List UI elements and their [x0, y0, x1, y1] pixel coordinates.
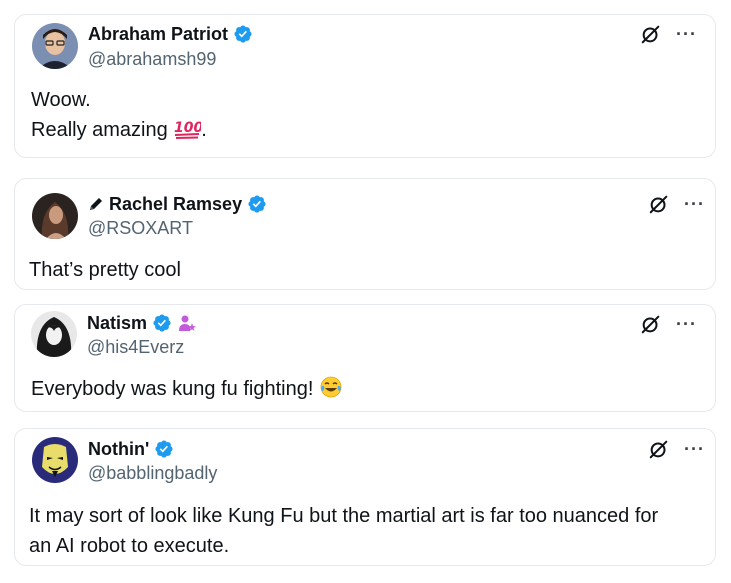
post-card[interactable]: Rachel Ramsey @RSOXART ··· That’s pretty… — [14, 178, 716, 290]
display-name[interactable]: Natism — [87, 312, 147, 334]
post-text-segment: Everybody was kung fu fighting! — [31, 378, 314, 400]
author-handle[interactable]: @his4Everz — [87, 336, 184, 358]
post-text-segment: Really amazing — [31, 119, 168, 141]
avatar[interactable] — [32, 437, 78, 483]
avatar[interactable] — [31, 311, 77, 357]
author-name-row[interactable]: Abraham Patriot — [88, 23, 253, 45]
grok-icon[interactable] — [640, 23, 662, 45]
verified-badge-icon — [248, 195, 266, 213]
post-card[interactable]: Nothin' @babblingbadly ··· It may sort o… — [14, 428, 716, 566]
more-options-icon[interactable]: ··· — [684, 195, 705, 213]
post-text-line: an AI robot to execute. — [29, 535, 230, 557]
post-actions: ··· — [648, 193, 705, 215]
avatar[interactable] — [32, 23, 78, 69]
verified-badge-icon — [153, 314, 171, 332]
post-text-line: Woow. — [31, 89, 91, 111]
post-card[interactable]: Natism @his4Everz ··· Everybody was kung… — [14, 304, 716, 412]
post-text: That’s pretty cool — [29, 255, 181, 285]
post-text-line: Everybody was kung fu fighting! — [31, 374, 343, 404]
author-name-row[interactable]: Nothin' — [88, 438, 174, 460]
grok-icon[interactable] — [648, 193, 670, 215]
grok-icon[interactable] — [640, 313, 662, 335]
display-name[interactable]: Abraham Patriot — [88, 23, 228, 45]
display-name[interactable]: Rachel Ramsey — [109, 193, 242, 215]
post-text: Woow. Really amazing 100. — [31, 85, 207, 145]
author-handle[interactable]: @abrahamsh99 — [88, 48, 216, 70]
avatar[interactable] — [32, 193, 78, 239]
display-name[interactable]: Nothin' — [88, 438, 149, 460]
author-handle[interactable]: @babblingbadly — [88, 462, 217, 484]
more-options-icon[interactable]: ··· — [676, 25, 697, 43]
post-actions: ··· — [640, 313, 697, 335]
author-name-row[interactable]: Natism — [87, 312, 197, 334]
author-name-row[interactable]: Rachel Ramsey — [88, 193, 267, 215]
grok-icon[interactable] — [648, 438, 670, 460]
post-card[interactable]: Abraham Patriot @abrahamsh99 ··· Woow. R… — [14, 14, 716, 158]
author-handle[interactable]: @RSOXART — [88, 217, 193, 239]
post-text: It may sort of look like Kung Fu but the… — [29, 501, 658, 561]
pencil-icon — [90, 198, 102, 210]
hundred-points-emoji: 100 — [174, 120, 201, 139]
post-actions: ··· — [640, 23, 697, 45]
post-text-line: That’s pretty cool — [29, 259, 181, 281]
person-sparkle-icon — [179, 315, 197, 331]
tears-of-joy-emoji — [320, 376, 342, 398]
post-actions: ··· — [648, 438, 705, 460]
more-options-icon[interactable]: ··· — [676, 315, 697, 333]
post-text: Everybody was kung fu fighting! — [31, 374, 343, 404]
more-options-icon[interactable]: ··· — [684, 440, 705, 458]
post-text-punct: . — [201, 119, 207, 141]
post-text-line: It may sort of look like Kung Fu but the… — [29, 505, 659, 527]
verified-badge-icon — [155, 440, 173, 458]
post-text-line: Really amazing 100. — [31, 115, 207, 145]
verified-badge-icon — [234, 25, 252, 43]
